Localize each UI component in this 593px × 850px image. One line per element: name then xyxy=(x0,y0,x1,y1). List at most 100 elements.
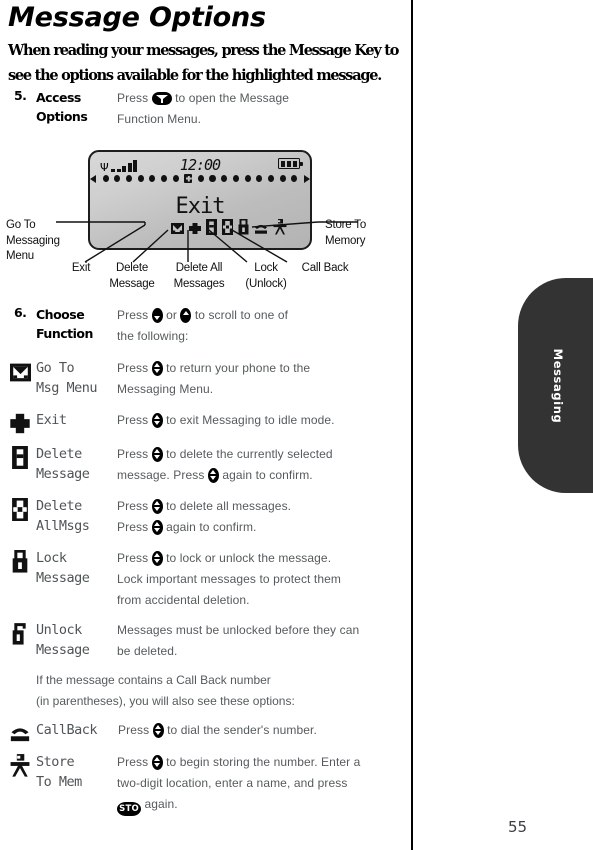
desc-text: to exit Messaging to idle mode. xyxy=(166,413,335,427)
callout-delete-message-line1: Delete xyxy=(115,262,149,274)
page-number: 55 xyxy=(508,818,528,836)
intro-paragraph: When reading your messages, press the Me… xyxy=(8,42,399,84)
menu-dot xyxy=(102,175,109,182)
desc-text: to delete all messages. xyxy=(166,499,292,513)
desc-text-line2-pre: message. Press xyxy=(117,468,205,482)
step-5-press-word: Press xyxy=(117,91,149,105)
menu-dot xyxy=(125,175,133,182)
up-down-arrow-key-icon[interactable] xyxy=(151,519,163,535)
function-name-go-to-msg-menu: Go To Msg Menu xyxy=(36,358,120,398)
menu-dot xyxy=(291,175,298,182)
manual-page: Message Options When reading your messag… xyxy=(0,0,593,850)
go-to-messaging-menu-icon xyxy=(10,362,31,388)
callout-delete-all-line2: Messages xyxy=(173,277,225,290)
up-down-arrow-key-icon[interactable] xyxy=(151,754,163,770)
lcd-clock: 12:00 xyxy=(179,156,221,174)
side-tab-messaging: Messaging xyxy=(518,278,593,493)
function-name-line1: Exit xyxy=(36,412,67,428)
sto-key-icon[interactable]: STO xyxy=(117,802,141,816)
desc-text: to dial the sender's number. xyxy=(167,723,317,737)
step-5-body: Press to open the Message Function Menu. xyxy=(117,88,407,130)
function-name-line2: AllMsgs xyxy=(36,518,90,534)
menu-dot xyxy=(279,175,286,182)
step-6-body-text: to scroll to one of xyxy=(194,308,289,322)
scroll-left-arrow-icon xyxy=(90,174,97,183)
message-key-icon[interactable] xyxy=(151,92,172,105)
desc-press-word: Press xyxy=(117,413,149,427)
desc-text-line2: be deleted. xyxy=(117,644,178,658)
menu-dot xyxy=(209,175,216,182)
desc-text-line2-post: again to confirm. xyxy=(222,468,313,482)
step-5-label-line1: Access xyxy=(36,90,81,105)
desc-text: to begin storing the number. Enter a xyxy=(166,755,361,769)
menu-dot xyxy=(267,175,275,182)
function-name-line1: Delete xyxy=(36,498,82,514)
battery-full-icon xyxy=(278,158,303,169)
menu-dot xyxy=(114,175,121,182)
menu-dot xyxy=(172,175,179,182)
desc-press-word: Press xyxy=(117,361,149,375)
scroll-right-arrow-icon xyxy=(303,174,310,183)
lcd-selection-text: Exit xyxy=(175,194,226,219)
delete-all-messages-icon xyxy=(12,498,28,526)
up-down-arrow-key-icon[interactable] xyxy=(151,498,163,514)
callout-delete-message: Delete Message xyxy=(103,261,161,292)
step-5-body-text: to open the Message xyxy=(175,91,290,105)
function-name-line2: Message xyxy=(36,642,90,658)
exit-icon xyxy=(189,222,201,240)
unlock-message-icon xyxy=(12,622,28,650)
function-desc-call-back: Press to dial the sender's number. xyxy=(118,720,408,741)
menu-dot-selected xyxy=(184,174,193,183)
callout-right-line2: Memory xyxy=(325,234,366,247)
callout-right-line1: Store To xyxy=(325,219,367,231)
callout-lock-line1: Lock xyxy=(254,262,278,274)
step-5-label: Access Options xyxy=(36,88,116,126)
note-line2: (in parentheses), you will also see thes… xyxy=(36,694,295,708)
up-down-arrow-key-icon[interactable] xyxy=(207,467,219,483)
desc-text-line2: two-digit location, enter a name, and pr… xyxy=(117,776,348,790)
desc-text-line2-post: again to confirm. xyxy=(166,520,257,534)
step-6-number: 6. xyxy=(14,305,27,320)
function-name-delete-all-messages: Delete AllMsgs xyxy=(36,496,120,536)
function-name-line1: Lock xyxy=(36,550,67,566)
desc-press-word: Press xyxy=(117,551,149,565)
function-name-unlock-message: Unlock Message xyxy=(36,620,120,660)
step-6-label-line1: Choose xyxy=(36,307,85,322)
function-name-exit: Exit xyxy=(36,410,120,430)
delete-message-icon xyxy=(206,219,217,240)
callout-call-back: Call Back xyxy=(294,261,356,277)
up-down-arrow-key-icon[interactable] xyxy=(152,722,164,738)
up-down-arrow-key-icon[interactable] xyxy=(151,360,163,376)
desc-text: to lock or unlock the message. xyxy=(166,551,332,565)
menu-dot xyxy=(137,175,144,182)
function-desc-delete-message: Press to delete the currently selected m… xyxy=(117,444,407,486)
function-desc-store-to-memory: Press to begin storing the number. Enter… xyxy=(117,752,407,816)
up-down-arrow-key-icon[interactable] xyxy=(151,550,163,566)
step-5-body-text2: Function Menu. xyxy=(117,112,202,126)
store-to-memory-icon xyxy=(10,754,30,782)
function-name-line2: Msg Menu xyxy=(36,380,98,396)
side-tab-label: Messaging xyxy=(551,348,565,423)
function-name-delete-message: Delete Message xyxy=(36,444,120,484)
menu-dot xyxy=(256,175,263,182)
up-down-arrow-key-icon[interactable] xyxy=(151,412,163,428)
desc-text-line3: again. xyxy=(144,797,178,811)
page-title: Message Options xyxy=(8,2,266,33)
lcd-function-icon-row xyxy=(90,218,310,240)
step-6-body: Press or to scroll to one of the followi… xyxy=(117,305,407,347)
menu-dot xyxy=(197,175,204,182)
up-down-arrow-key-icon[interactable] xyxy=(151,446,163,462)
desc-press-word: Press xyxy=(118,723,150,737)
function-desc-lock-message: Press to lock or unlock the message. Loc… xyxy=(117,548,407,611)
down-arrow-key-icon[interactable] xyxy=(180,307,192,323)
desc-press-word: Press xyxy=(117,499,149,513)
up-arrow-key-icon[interactable] xyxy=(151,307,163,323)
function-name-line1: CallBack xyxy=(36,722,98,738)
step-5-label-line2: Options xyxy=(36,109,88,124)
step-6-label: Choose Function xyxy=(36,305,116,343)
function-name-line2: To Mem xyxy=(36,774,82,790)
callout-lock-unlock: Lock (Unlock) xyxy=(239,261,293,292)
function-name-line1: Delete xyxy=(36,446,82,462)
step-6-press-word: Press xyxy=(117,308,149,322)
callout-delete-all-line1: Delete All xyxy=(175,262,223,274)
